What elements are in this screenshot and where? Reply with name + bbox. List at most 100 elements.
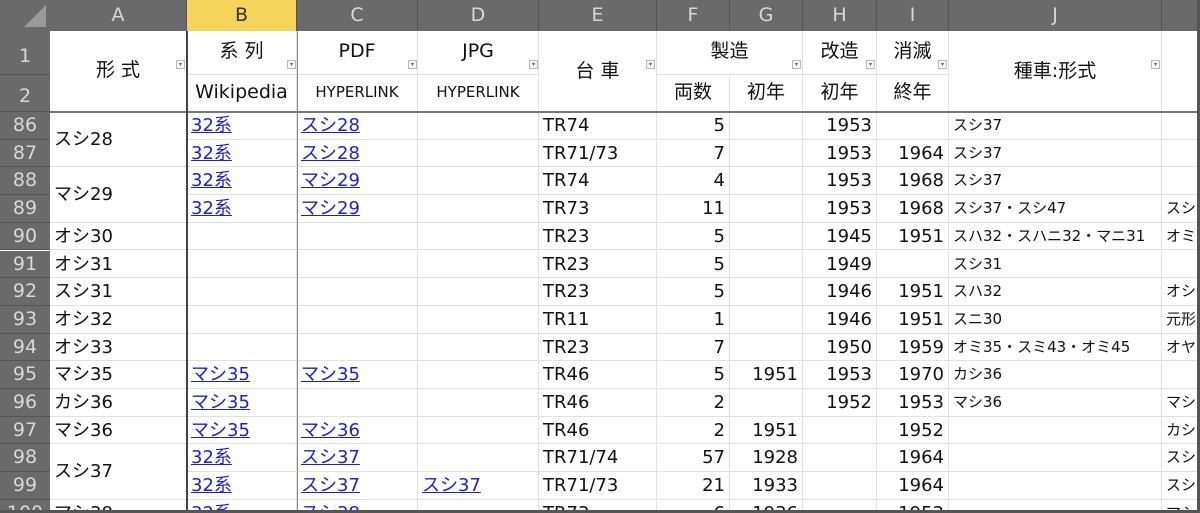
cell-e91[interactable]: TR23 [539,250,657,279]
cell-d89[interactable] [418,195,539,223]
header-seizo[interactable]: 製造 [657,31,803,75]
hyperlink[interactable]: マシ35 [191,392,250,413]
hyperlink[interactable]: スシ28 [301,143,360,164]
cell-h94[interactable]: 1950 [803,333,877,362]
cell-d88[interactable] [418,167,539,196]
cell-f93[interactable]: 1 [657,305,730,334]
cell-f87[interactable]: 7 [657,139,730,168]
header-pdf[interactable]: PDF [297,31,418,75]
column-header-d[interactable]: D [418,0,539,31]
hyperlink[interactable]: マシ35 [301,364,360,385]
cell-h96[interactable]: 1952 [803,389,877,417]
cell-d87[interactable] [418,139,539,168]
header-keiretsu[interactable]: 系 列 [187,31,297,75]
cell-j93[interactable]: スニ30 [949,305,1162,334]
cell-a93[interactable]: オシ32 [50,305,187,334]
cell-j92[interactable]: スハ32 [949,278,1162,306]
cell-i87[interactable]: 1964 [877,139,949,168]
cell-g92[interactable] [730,278,803,306]
row-header-88[interactable]: 88 [0,167,50,196]
cell-e88[interactable]: TR74 [539,167,657,196]
cell-g86[interactable] [730,112,803,140]
cell-g97[interactable]: 1951 [730,416,803,445]
cell-h87[interactable]: 1953 [803,139,877,168]
cell-i93[interactable]: 1951 [877,305,949,334]
column-header-c[interactable]: C [297,0,418,31]
cell-j96[interactable]: マシ36 [949,389,1162,417]
cell-a91[interactable]: オシ31 [50,250,187,279]
cell-d96[interactable] [418,389,539,417]
cell-c93[interactable] [297,305,418,334]
cell-j97[interactable] [949,416,1162,445]
cell-c92[interactable] [297,278,418,306]
cell-h88[interactable]: 1953 [803,167,877,196]
cell-c87[interactable]: スシ28 [297,139,418,168]
spreadsheet[interactable]: ABCDEFGHIJ 1 2 形 式 系 列 Wikipedia PDF HYP… [0,0,1200,513]
cell-k99[interactable]: スシ2 [1162,472,1200,500]
cell-d95[interactable] [418,361,539,389]
cell-d99[interactable]: スシ37 [418,472,539,500]
cell-k90[interactable]: オミ3 [1162,222,1200,251]
cell-d98[interactable] [418,444,539,473]
row-header-92[interactable]: 92 [0,278,50,306]
cell-b96[interactable]: マシ35 [187,389,297,417]
cell-k98[interactable]: スシ2 [1162,444,1200,473]
hyperlink[interactable]: マシ35 [191,420,250,441]
column-header-e[interactable]: E [539,0,657,31]
cell-c91[interactable] [297,250,418,279]
cell-e98[interactable]: TR71/74 [539,444,657,473]
row-header-86[interactable]: 86 [0,112,50,140]
cell-a96[interactable]: カシ36 [50,389,187,417]
cell-c89[interactable]: マシ29 [297,195,418,223]
cell-g94[interactable] [730,333,803,362]
header-pdf-hyperlink[interactable]: HYPERLINK [297,75,418,112]
cell-i90[interactable]: 1951 [877,222,949,251]
cell-f94[interactable]: 7 [657,333,730,362]
hyperlink[interactable]: スシ37 [422,475,481,496]
cell-k88[interactable] [1162,167,1200,196]
cell-e86[interactable]: TR74 [539,112,657,140]
cell-b88[interactable]: 32系 [187,167,297,196]
hyperlink[interactable]: スシ37 [301,475,360,496]
hyperlink[interactable]: マシ36 [301,420,360,441]
cell-a92[interactable]: スシ31 [50,278,187,306]
cell-f95[interactable]: 5 [657,361,730,389]
cell-k97[interactable]: カシ3 [1162,416,1200,445]
cell-c96[interactable] [297,389,418,417]
filter-dropdown-i[interactable]: ▾ [938,60,947,69]
header-shusha[interactable]: 種車:形式 [949,31,1162,112]
cell-f98[interactable]: 57 [657,444,730,473]
cell-g96[interactable] [730,389,803,417]
cell-e94[interactable]: TR23 [539,333,657,362]
cell-i89[interactable]: 1968 [877,195,949,223]
header-daisha[interactable]: 台 車 [539,31,657,112]
cell-f96[interactable]: 2 [657,389,730,417]
cell-h99[interactable] [803,472,877,500]
header-shuunen[interactable]: 終年 [877,75,949,112]
cell-d97[interactable] [418,416,539,445]
column-header-k[interactable] [1162,0,1200,31]
hyperlink[interactable]: マシ29 [301,198,360,219]
cell-b95[interactable]: マシ35 [187,361,297,389]
select-all-button[interactable] [0,0,50,31]
cell-b91[interactable] [187,250,297,279]
cell-f88[interactable]: 4 [657,167,730,196]
row-header-94[interactable]: 94 [0,333,50,362]
cell-d92[interactable] [418,278,539,306]
cell-g99[interactable]: 1933 [730,472,803,500]
cell-i98[interactable]: 1964 [877,444,949,473]
header-keishiki[interactable]: 形 式 [50,31,187,112]
cell-d90[interactable] [418,222,539,251]
hyperlink[interactable]: スシ37 [301,447,360,468]
filter-dropdown-f[interactable]: ▾ [792,60,801,69]
row-header-89[interactable]: 89 [0,195,50,223]
cell-c95[interactable]: マシ35 [297,361,418,389]
cell-h93[interactable]: 1946 [803,305,877,334]
cell-j86[interactable]: スシ37 [949,112,1162,140]
cell-k91[interactable] [1162,250,1200,279]
cell-j95[interactable]: カシ36 [949,361,1162,389]
cell-j94[interactable]: オミ35・スミ43・オミ45 [949,333,1162,362]
header-k[interactable] [1162,31,1200,112]
cell-e93[interactable]: TR11 [539,305,657,334]
cell-g89[interactable] [730,195,803,223]
